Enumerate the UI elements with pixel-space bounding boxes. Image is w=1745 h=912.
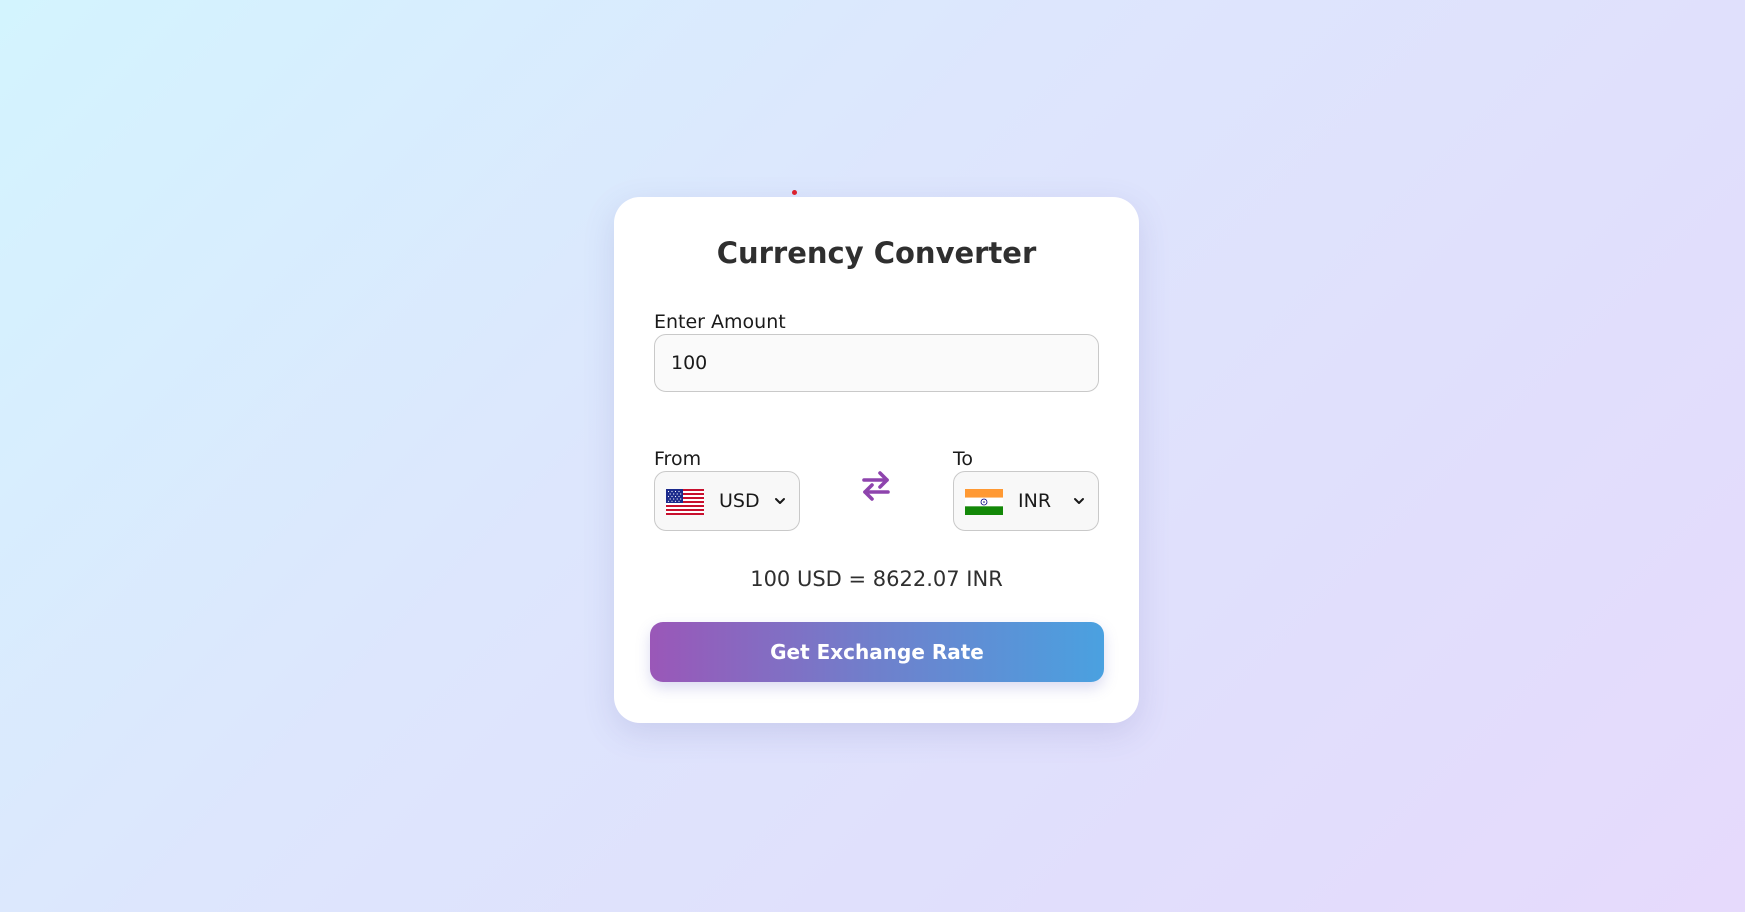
chevron-down-icon [1074,498,1084,504]
get-exchange-rate-button[interactable]: Get Exchange Rate [650,622,1104,682]
from-currency-select[interactable]: USD [654,471,800,531]
swap-arrows-icon[interactable] [859,469,893,503]
to-currency-code: INR [1018,490,1052,512]
to-currency-select[interactable]: INR [953,471,1099,531]
amount-input[interactable] [654,334,1099,392]
marker-dot [792,190,797,195]
india-flag-icon [965,489,1003,515]
from-label: From [654,448,702,470]
amount-label: Enter Amount [654,311,786,333]
conversion-result: 100 USD = 8622.07 INR [750,567,1003,591]
page-title: Currency Converter [716,236,1037,270]
us-flag-icon [666,489,704,515]
from-currency-code: USD [719,490,760,512]
chevron-down-icon [775,498,785,504]
converter-card: Currency Converter Enter Amount From USD [614,197,1139,723]
to-label: To [953,448,974,470]
